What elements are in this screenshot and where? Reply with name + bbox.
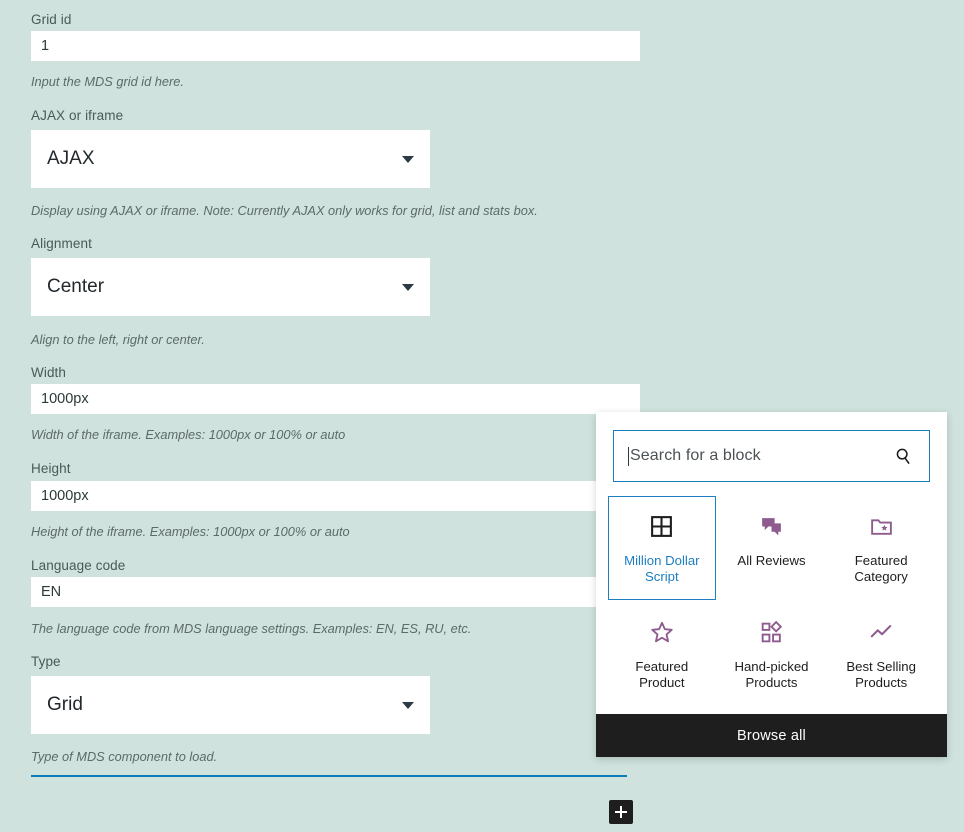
folder-star-icon	[869, 513, 894, 539]
help-alignment: Align to the left, right or center.	[31, 332, 205, 347]
chevron-down-icon	[402, 284, 414, 291]
input-grid-id-value: 1	[41, 38, 49, 54]
block-type-grid: Million Dollar Script All Reviews Featur…	[596, 482, 947, 714]
help-height: Height of the iframe. Examples: 1000px o…	[31, 524, 350, 539]
block-settings-form: Grid id 1 Input the MDS grid id here. AJ…	[0, 0, 660, 832]
trending-line-icon	[868, 619, 894, 645]
help-language-code: The language code from MDS language sett…	[31, 621, 471, 636]
select-ajax-or-iframe-value: AJAX	[47, 148, 95, 170]
label-ajax-or-iframe: AJAX or iframe	[31, 108, 123, 123]
input-width-value: 1000px	[41, 391, 89, 407]
block-tile-label: Featured Product	[616, 659, 708, 691]
input-grid-id[interactable]: 1	[31, 31, 640, 61]
search-icon	[894, 447, 913, 466]
text-cursor	[628, 447, 629, 466]
label-language-code: Language code	[31, 558, 125, 573]
help-grid-id: Input the MDS grid id here.	[31, 74, 184, 89]
label-width: Width	[31, 365, 66, 380]
chevron-down-icon	[402, 156, 414, 163]
search-input[interactable]: Search for a block	[613, 430, 930, 482]
input-language-code[interactable]: EN	[31, 577, 640, 607]
input-width[interactable]: 1000px	[31, 384, 640, 414]
squares-diamond-icon	[759, 619, 784, 645]
block-tile-label: Hand-picked Products	[725, 659, 817, 691]
select-alignment-value: Center	[47, 276, 104, 298]
select-ajax-or-iframe[interactable]: AJAX	[31, 130, 430, 188]
block-tile-million-dollar-script[interactable]: Million Dollar Script	[608, 496, 716, 600]
block-tile-all-reviews[interactable]: All Reviews	[718, 496, 826, 600]
block-tile-hand-picked-products[interactable]: Hand-picked Products	[718, 602, 826, 706]
select-type-value: Grid	[47, 694, 83, 716]
help-type: Type of MDS component to load.	[31, 749, 217, 764]
block-tile-label: Best Selling Products	[835, 659, 927, 691]
label-height: Height	[31, 461, 71, 476]
comments-icon	[759, 513, 784, 539]
label-alignment: Alignment	[31, 236, 92, 251]
label-type: Type	[31, 654, 61, 669]
plus-icon-vertical	[620, 806, 622, 818]
block-tile-featured-product[interactable]: Featured Product	[608, 602, 716, 706]
select-type[interactable]: Grid	[31, 676, 430, 734]
input-height[interactable]: 1000px	[31, 481, 640, 511]
block-tile-best-selling-products[interactable]: Best Selling Products	[827, 602, 935, 706]
block-tile-label: Million Dollar Script	[616, 553, 708, 585]
star-outline-icon	[649, 619, 675, 645]
browse-all-button[interactable]: Browse all	[596, 714, 947, 757]
select-alignment[interactable]: Center	[31, 258, 430, 316]
help-ajax-or-iframe: Display using AJAX or iframe. Note: Curr…	[31, 203, 538, 218]
block-focus-rule	[31, 775, 627, 777]
input-language-code-value: EN	[41, 584, 61, 600]
block-tile-label: Featured Category	[835, 553, 927, 585]
label-grid-id: Grid id	[31, 12, 71, 27]
block-tile-label: All Reviews	[737, 553, 805, 569]
add-block-button[interactable]	[609, 800, 633, 824]
block-inserter-popover: Search for a block Million Dollar Script	[596, 412, 947, 757]
search-input-placeholder: Search for a block	[630, 447, 761, 465]
grid-icon	[649, 513, 674, 539]
help-width: Width of the iframe. Examples: 1000px or…	[31, 427, 345, 442]
input-height-value: 1000px	[41, 488, 89, 504]
block-tile-featured-category[interactable]: Featured Category	[827, 496, 935, 600]
chevron-down-icon	[402, 702, 414, 709]
block-search-wrap: Search for a block	[613, 430, 930, 482]
